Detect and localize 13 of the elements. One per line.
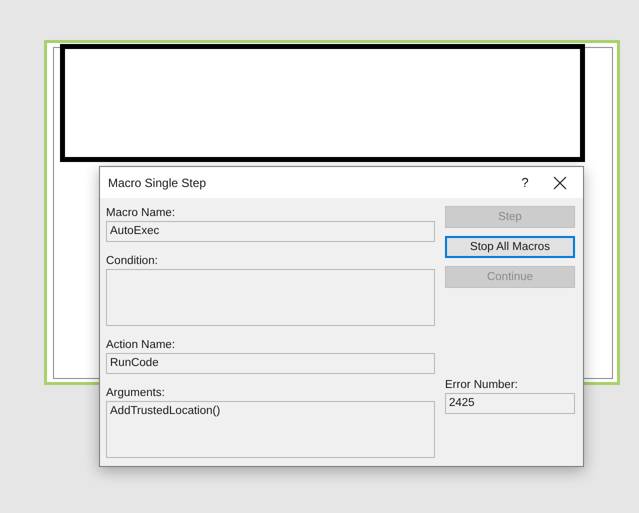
field-label: Action Name: — [106, 338, 176, 352]
window-title: Macro Single Step — [108, 176, 208, 190]
dialog-button[interactable]: Stop All Macros — [445, 236, 575, 258]
close-icon[interactable] — [553, 176, 567, 190]
field-label: Macro Name: — [106, 206, 176, 220]
field-label: Arguments: — [106, 386, 166, 400]
text-area[interactable]: AddTrustedLocation() — [106, 401, 435, 458]
input-field[interactable]: 2425 — [445, 393, 575, 414]
input-field[interactable]: AutoExec — [106, 221, 435, 242]
help-button[interactable]: ? — [505, 175, 545, 190]
field-label: Condition: — [106, 254, 159, 268]
field-label: Error Number: — [445, 378, 519, 392]
input-field[interactable]: RunCode — [106, 353, 435, 374]
